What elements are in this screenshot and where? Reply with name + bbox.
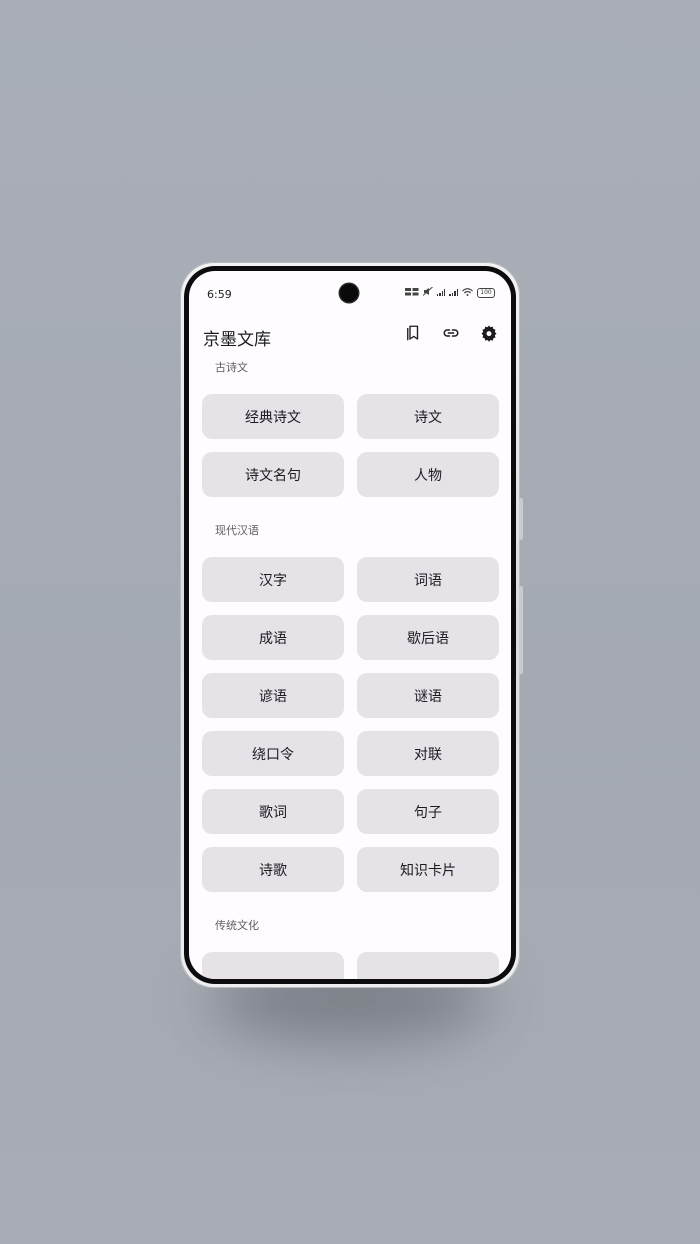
battery-icon: 100 <box>477 287 495 298</box>
category-button[interactable]: 经典诗文 <box>202 394 344 439</box>
category-button[interactable]: 人物 <box>357 452 499 497</box>
signal-icon-2 <box>449 289 458 296</box>
signal-icon-1 <box>436 289 446 296</box>
app-bar: 京墨文库 <box>189 307 511 359</box>
category-button[interactable]: 诗文 <box>357 394 499 439</box>
settings-icon <box>481 325 497 342</box>
category-button[interactable]: 汉字 <box>202 557 344 602</box>
section-label-traditional: 传统文化 <box>215 919 259 932</box>
category-button[interactable]: 歌词 <box>202 789 344 834</box>
link-icon <box>443 329 459 337</box>
app-actions <box>403 323 499 343</box>
category-button[interactable]: 成语 <box>202 615 344 660</box>
power-button <box>519 498 523 540</box>
status-icons: 100 <box>404 286 495 298</box>
section-grid-traditional <box>202 952 511 979</box>
category-button[interactable]: 谜语 <box>357 673 499 718</box>
status-time: 6:59 <box>207 288 232 301</box>
phone-frame: 6:59 100 京墨文库 古诗文 经典诗文 诗文 诗文名句 人物 现代汉语 汉… <box>180 262 523 988</box>
category-button[interactable] <box>357 952 499 979</box>
link-button[interactable] <box>441 323 461 343</box>
section-label-modern: 现代汉语 <box>215 524 259 537</box>
mute-icon <box>422 286 433 298</box>
app-title: 京墨文库 <box>203 330 271 350</box>
category-button[interactable]: 知识卡片 <box>357 847 499 892</box>
category-button[interactable] <box>202 952 344 979</box>
wifi-icon <box>462 287 473 298</box>
category-button[interactable]: 对联 <box>357 731 499 776</box>
notification-icon <box>404 287 419 298</box>
settings-button[interactable] <box>479 323 499 343</box>
category-button[interactable]: 句子 <box>357 789 499 834</box>
phone-bezel: 6:59 100 京墨文库 古诗文 经典诗文 诗文 诗文名句 人物 现代汉语 汉… <box>184 266 516 984</box>
category-button[interactable]: 词语 <box>357 557 499 602</box>
category-button[interactable]: 谚语 <box>202 673 344 718</box>
category-button[interactable]: 绕口令 <box>202 731 344 776</box>
category-button[interactable]: 诗文名句 <box>202 452 344 497</box>
status-bar: 6:59 100 <box>189 271 511 307</box>
category-button[interactable]: 歇后语 <box>357 615 499 660</box>
bookmark-icon <box>407 325 419 341</box>
section-grid-modern: 汉字 词语 成语 歇后语 谚语 谜语 绕口令 对联 歌词 句子 诗歌 知识卡片 <box>202 557 511 892</box>
category-list: 古诗文 经典诗文 诗文 诗文名句 人物 现代汉语 汉字 词语 成语 歇后语 谚语 <box>189 359 511 979</box>
section-label-ancient: 古诗文 <box>215 361 248 374</box>
section-grid-ancient: 经典诗文 诗文 诗文名句 人物 <box>202 394 511 497</box>
category-button[interactable]: 诗歌 <box>202 847 344 892</box>
phone-screen: 6:59 100 京墨文库 古诗文 经典诗文 诗文 诗文名句 人物 现代汉语 汉… <box>189 271 511 979</box>
volume-button <box>519 586 523 674</box>
bookmark-button[interactable] <box>403 323 423 343</box>
